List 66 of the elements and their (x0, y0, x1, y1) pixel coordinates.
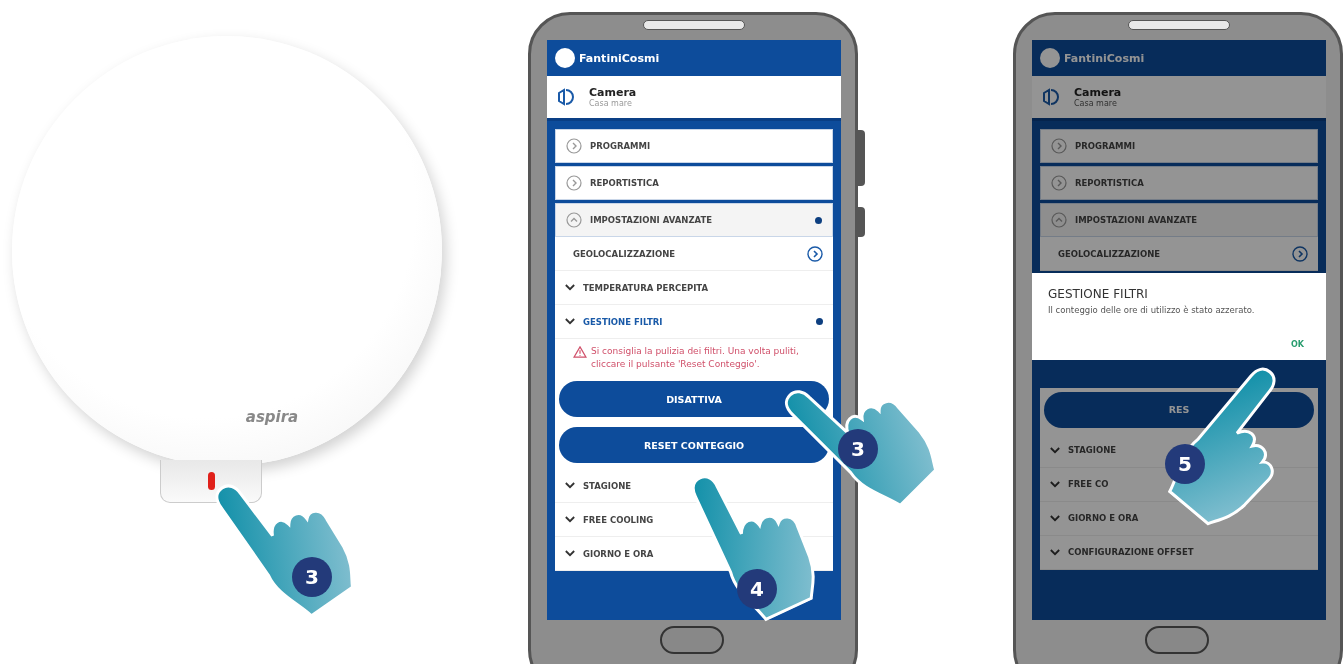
warning-icon (573, 346, 587, 358)
settings-row[interactable]: CONFIGURAZIONE OFFSET (1040, 535, 1318, 570)
app-logo: FantiniCosmi (1064, 51, 1145, 65)
chevron-right-icon (1292, 245, 1308, 262)
menu-card[interactable]: IMPOSTAZIONI AVANZATE (1040, 203, 1318, 237)
mode-icon[interactable] (1040, 87, 1060, 107)
dialog-title: GESTIONE FILTRI (1048, 287, 1149, 301)
menu-label: PROGRAMMI (590, 141, 652, 151)
row-label: GESTIONE FILTRI (583, 316, 664, 327)
menu-label: IMPOSTAZIONI AVANZATE (1075, 215, 1199, 225)
settings-row[interactable]: TEMPERATURA PERCEPITA (555, 271, 833, 305)
chevron-down-icon (565, 318, 575, 325)
logo-icon (555, 48, 575, 68)
menu-label: REPORTISTICA (590, 178, 660, 188)
menu-card[interactable]: PROGRAMMI (1040, 129, 1318, 163)
room-location: Casa mare (1074, 99, 1118, 108)
chevron-down-icon (565, 482, 575, 490)
menu-card[interactable]: REPORTISTICA (1040, 166, 1318, 200)
chevron-right-icon (1051, 138, 1067, 154)
menu-card[interactable]: PROGRAMMI (555, 129, 833, 163)
settings-row[interactable]: STAGIONE (555, 469, 833, 504)
chevron-down-icon (565, 284, 575, 291)
room-name: Camera (1074, 86, 1122, 99)
dialog-message: Il conteggio delle ore di utilizzo è stato azzerato. (1048, 305, 1256, 317)
row-label: GEOLOCALIZZAZIONE (1058, 248, 1162, 259)
action-button[interactable]: DISATTIVA (559, 381, 829, 418)
chevron-right-icon (566, 175, 582, 191)
room-name: Camera (589, 86, 637, 99)
home-button[interactable] (1145, 626, 1209, 654)
row-label: CONFIGURAZIONE OFFSET (1068, 547, 1195, 558)
row-label: TEMPERATURA PERCEPITA (583, 282, 710, 293)
row-label: GIORNO E ORA (583, 548, 655, 559)
menu-card[interactable]: IMPOSTAZIONI AVANZATE (555, 203, 833, 237)
menu-label: IMPOSTAZIONI AVANZATE (590, 215, 714, 225)
menu-card[interactable]: REPORTISTICA (555, 166, 833, 200)
chevron-down-icon (1050, 446, 1060, 454)
action-button[interactable]: RESET CONTEGGIO (559, 427, 829, 464)
side-button[interactable] (858, 207, 865, 237)
settings-row[interactable]: GEOLOCALIZZAZIONE (555, 237, 833, 271)
row-label: STAGIONE (583, 480, 633, 491)
row-label: GIORNO E ORA (1068, 513, 1140, 524)
row-label: STAGIONE (1068, 445, 1118, 456)
app-logo: FantiniCosmi (579, 51, 660, 65)
row-label: GEOLOCALIZZAZIONE (573, 248, 677, 259)
row-label: FREE CO (1068, 479, 1110, 490)
room-location: Casa mare (589, 99, 633, 108)
chevron-right-icon (1051, 175, 1067, 191)
chevron-right-icon (566, 138, 582, 154)
chevron-right-icon (807, 245, 823, 262)
home-button[interactable] (660, 626, 724, 654)
brand-logo: aspira (245, 408, 299, 426)
row-label: FREE COOLING (583, 514, 655, 525)
chevron-down-icon (1050, 548, 1060, 556)
mode-icon[interactable] (555, 87, 575, 107)
warning-message: Si consiglia la pulizia dei filtri. Una volta puliti, cliccare il pulsante 'Reset Conteggio'. (591, 345, 800, 372)
chevron-down-icon (1050, 514, 1060, 522)
settings-row[interactable]: GEOLOCALIZZAZIONE (1040, 237, 1318, 271)
menu-label: PROGRAMMI (1075, 141, 1137, 151)
chevron-down-icon (565, 516, 575, 524)
logo-icon (1040, 48, 1060, 68)
chevron-up-icon (566, 212, 582, 228)
chevron-down-icon (1050, 480, 1060, 488)
chevron-up-icon (1051, 212, 1067, 228)
settings-row[interactable]: GESTIONE FILTRI (555, 305, 833, 339)
menu-label: REPORTISTICA (1075, 178, 1145, 188)
chevron-down-icon (565, 550, 575, 558)
